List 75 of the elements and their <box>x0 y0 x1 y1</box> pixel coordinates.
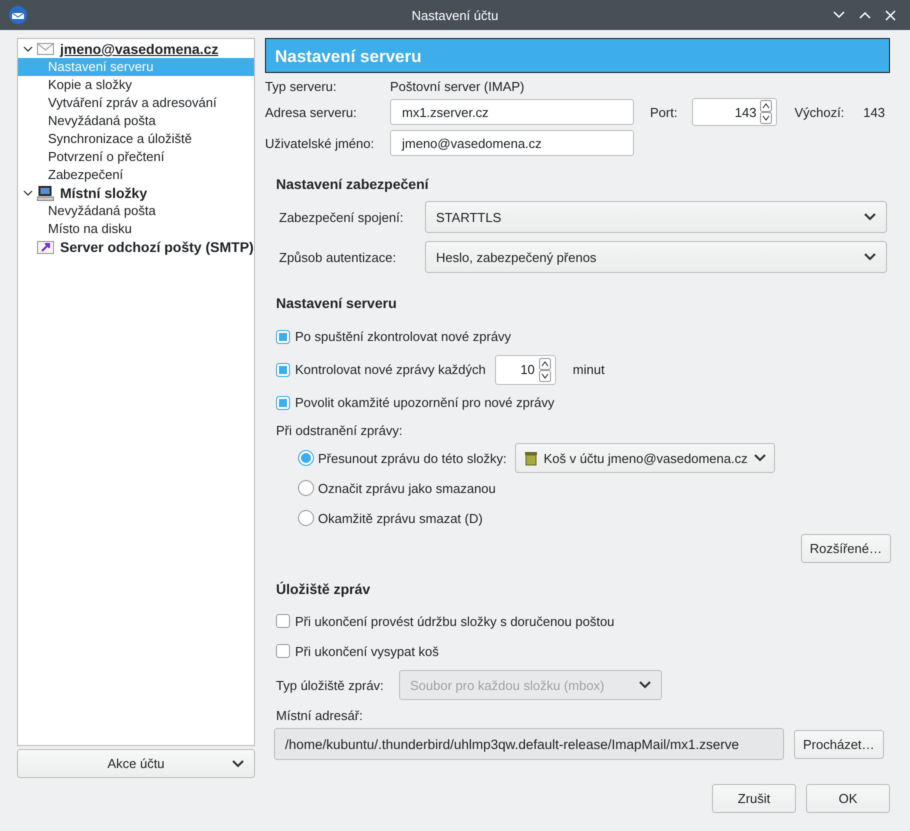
account-actions-button[interactable]: Akce účtu <box>17 749 255 778</box>
checkbox[interactable] <box>276 644 290 658</box>
checkbox-label[interactable]: Kontrolovat nové zprávy každých <box>295 362 486 377</box>
tree-item[interactable]: jmeno@vasedomena.cz <box>18 40 254 58</box>
tree-item[interactable]: Vytváření zpráv a adresování <box>18 94 254 112</box>
folder-dropdown[interactable]: Koš v účtu jmeno@vasedomena.cz <box>514 443 775 473</box>
checkbox-label[interactable]: Povolit okamžité upozornění pro nové zprávy <box>295 395 554 410</box>
browse-button[interactable]: Procházet… <box>794 730 884 758</box>
spin-field[interactable]: 143 <box>692 98 778 126</box>
radio-button[interactable] <box>298 480 314 496</box>
envelope-icon <box>37 43 54 55</box>
section-heading: Nastavení serveru <box>276 295 398 311</box>
radio-button[interactable] <box>298 450 314 466</box>
caret-icon <box>864 213 876 221</box>
checkbox-label[interactable]: Při ukončení vysypat koš <box>295 644 439 658</box>
caret-icon <box>864 253 876 261</box>
stepper-icon[interactable] <box>538 358 551 382</box>
spin-field[interactable]: 10 <box>494 354 556 384</box>
page-header: Nastavení serveru <box>265 38 890 73</box>
input-field[interactable]: /home/kubuntu/.thunderbird/uhlmp3qw.default-release/ImapMail/mx1.zserve <box>274 728 784 760</box>
tree-item[interactable]: Nevyžádaná pošta <box>18 112 254 130</box>
dialog-button[interactable]: OK <box>806 784 890 813</box>
label: Typ serveru: <box>265 79 338 94</box>
tree-item[interactable]: Synchronizace a úložiště <box>18 130 254 148</box>
input-field[interactable]: mx1.zserver.cz <box>390 99 634 125</box>
unit-label: minut <box>572 362 605 377</box>
checkbox[interactable] <box>276 396 290 410</box>
outgoing-mail-icon <box>37 240 54 254</box>
tree-item[interactable]: Kopie a složky <box>18 76 254 94</box>
computer-icon <box>37 186 54 200</box>
radio-button[interactable] <box>298 510 314 526</box>
label: Výchozí: <box>794 104 846 120</box>
section-heading: Úložiště zpráv <box>276 581 372 597</box>
radio-label[interactable]: Přesunout zprávu do této složky: <box>318 450 507 466</box>
close-icon[interactable] <box>885 10 896 20</box>
dropdown[interactable]: Heslo, zabezpečený přenos <box>425 241 887 273</box>
checkbox[interactable] <box>276 362 290 376</box>
section-heading: Nastavení zabezpečení <box>276 176 430 192</box>
checkbox[interactable] <box>276 614 290 628</box>
expand-icon[interactable] <box>23 190 33 196</box>
dialog-button[interactable]: Zrušit <box>712 784 796 813</box>
label: Port: <box>650 104 678 120</box>
default-port: 143 <box>863 104 886 120</box>
tree-item[interactable]: Server odchozí pošty (SMTP) <box>18 238 254 256</box>
caret-icon <box>754 454 766 462</box>
app-icon <box>8 5 28 25</box>
checkbox[interactable] <box>276 330 290 344</box>
radio-label[interactable]: Označit zprávu jako smazanou <box>318 480 496 496</box>
window-title: Nastavení účtu <box>412 8 498 22</box>
caret-icon <box>639 681 651 689</box>
radio-label[interactable]: Okamžitě zprávu smazat (D) <box>318 510 483 526</box>
tree-item[interactable]: Místní složky <box>18 184 254 202</box>
label: Typ úložiště zpráv: <box>276 678 385 692</box>
server-type: Poštovní server (IMAP) <box>390 79 526 94</box>
label: Uživatelské jméno: <box>265 136 376 150</box>
label: Způsob autentizace: <box>278 250 398 264</box>
advanced-button[interactable]: Rozšířené… <box>800 534 891 563</box>
trash-icon <box>524 450 538 466</box>
tree-item[interactable]: Zabezpečení <box>18 166 254 184</box>
checkbox-label[interactable]: Po spuštění zkontrolovat nové zprávy <box>295 329 512 344</box>
caret-icon <box>232 760 244 768</box>
checkbox-label[interactable]: Při ukončení provést údržbu složky s doručenou poštou <box>295 614 614 628</box>
tree-item[interactable]: Nevyžádaná pošta <box>18 202 254 220</box>
dropdown[interactable]: STARTTLS <box>425 201 887 233</box>
expand-icon[interactable] <box>23 46 33 52</box>
tree-item[interactable]: Místo na disku <box>18 220 254 238</box>
input-field[interactable]: jmeno@vasedomena.cz <box>390 130 634 156</box>
label: Při odstranění zprávy: <box>276 423 404 440</box>
label: Zabezpečení spojení: <box>278 210 404 224</box>
label: Adresa serveru: <box>265 104 358 120</box>
maximize-icon[interactable] <box>859 11 871 19</box>
tree-item[interactable]: Potvrzení o přečtení <box>18 148 254 166</box>
label: Místní adresář: <box>276 708 364 723</box>
stepper-icon[interactable] <box>760 100 772 124</box>
minimize-icon[interactable] <box>833 11 845 19</box>
